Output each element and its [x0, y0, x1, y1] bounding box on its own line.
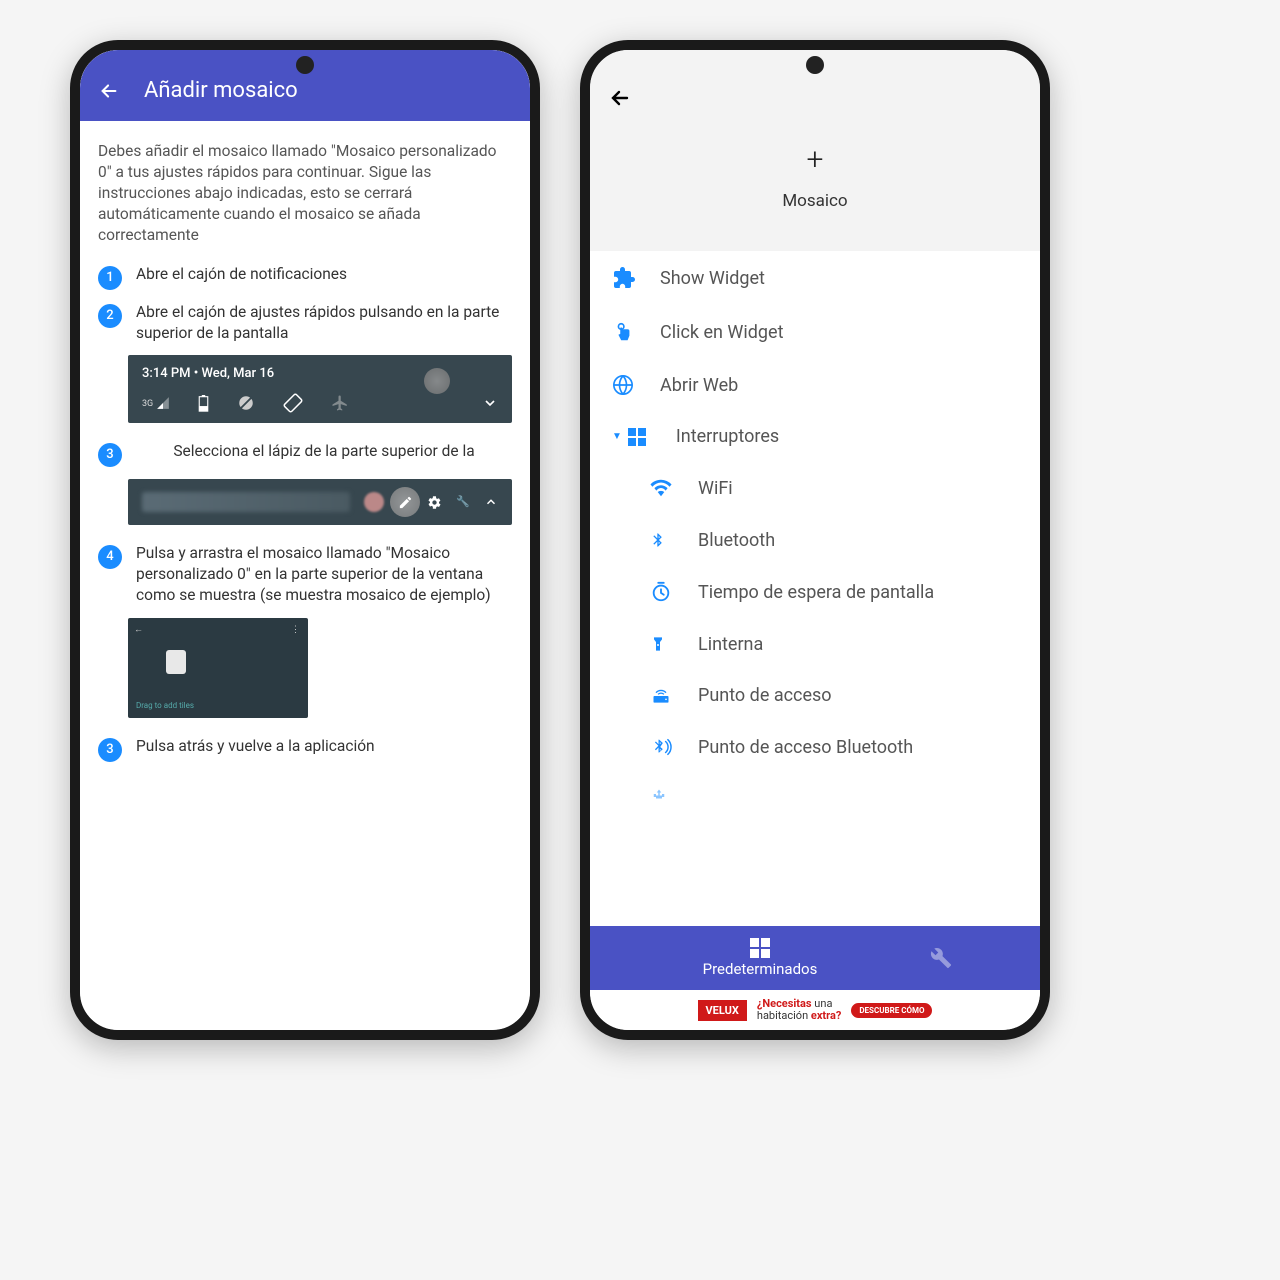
- screen: Añadir mosaico Debes añadir el mosaico l…: [80, 50, 530, 1030]
- item-partial[interactable]: [590, 773, 1040, 800]
- ad-banner[interactable]: VELUX ¿Necesitas una habitación extra? D…: [590, 990, 1040, 1030]
- item-label: Abrir Web: [660, 375, 738, 396]
- chevron-up-icon: [484, 495, 498, 509]
- item-click-widget[interactable]: Click en Widget: [590, 305, 1040, 359]
- ad-brand-logo: VELUX: [698, 1000, 747, 1021]
- item-bluetooth[interactable]: Bluetooth: [590, 514, 1040, 566]
- item-label: Linterna: [698, 634, 763, 655]
- instructions-content: Debes añadir el mosaico llamado "Mosaico…: [80, 121, 530, 794]
- signal-icon: 3G: [142, 396, 170, 410]
- grid-icon: [628, 428, 654, 446]
- demo-icons-row: 3G: [142, 393, 498, 413]
- step-text: Pulsa atrás y vuelve a la aplicación: [136, 736, 512, 757]
- item-switches-group[interactable]: ▼ Interruptores: [590, 411, 1040, 462]
- item-label: Bluetooth: [698, 530, 775, 551]
- globe-icon: [612, 374, 638, 396]
- step-4: 4 Pulsa y arrastra el mosaico llamado "M…: [98, 543, 512, 606]
- instruction-description: Debes añadir el mosaico llamado "Mosaico…: [98, 141, 512, 246]
- item-label: WiFi: [698, 478, 733, 499]
- phone-mockup-left: Añadir mosaico Debes añadir el mosaico l…: [70, 40, 540, 1040]
- airplane-icon: [331, 394, 349, 412]
- item-screen-timeout[interactable]: Tiempo de espera de pantalla: [590, 566, 1040, 618]
- expand-triangle-icon: ▼: [612, 431, 622, 442]
- wifi-icon: [650, 477, 676, 499]
- hero-label: Mosaico: [590, 191, 1040, 211]
- item-label: Tiempo de espera de pantalla: [698, 582, 934, 603]
- plus-icon[interactable]: +: [590, 142, 1040, 177]
- step-text: Abre el cajón de notificaciones: [136, 264, 512, 285]
- item-bt-hotspot[interactable]: Punto de acceso Bluetooth: [590, 721, 1040, 773]
- usb-icon: [650, 788, 676, 800]
- battery-icon: [198, 395, 209, 412]
- blurred-content: [142, 492, 350, 512]
- pencil-icon: [398, 495, 413, 510]
- step-number: 3: [98, 738, 122, 762]
- grid-icon: [750, 938, 770, 958]
- camera-notch: [296, 56, 314, 74]
- tab-defaults[interactable]: Predeterminados: [590, 938, 930, 978]
- hotspot-icon: [650, 686, 676, 706]
- menu-dots-icon: ⋮: [291, 624, 300, 636]
- ad-text: ¿Necesitas una habitación extra?: [757, 998, 841, 1022]
- item-show-widget[interactable]: Show Widget: [590, 251, 1040, 305]
- step-number: 4: [98, 545, 122, 569]
- screen: + Mosaico Show Widget Click en Widget: [590, 50, 1040, 1030]
- phone-mockup-right: + Mosaico Show Widget Click en Widget: [580, 40, 1050, 1040]
- avatar-icon: [364, 492, 384, 512]
- wrench-small-icon: 🔧: [456, 495, 470, 510]
- demo-quicksettings-panel: 3:14 PM • Wed, Mar 16 3G: [128, 355, 512, 423]
- step-3: 3 Selecciona el lápiz de la parte superi…: [98, 441, 512, 467]
- drag-hint-label: Drag to add tiles: [136, 701, 194, 712]
- item-label: Punto de acceso Bluetooth: [698, 737, 913, 758]
- step-1: 1 Abre el cajón de notificaciones: [98, 264, 512, 290]
- ad-cta-button[interactable]: DESCUBRE CÓMO: [851, 1003, 932, 1018]
- back-arrow-icon[interactable]: [608, 86, 1022, 110]
- puzzle-icon: [612, 266, 638, 290]
- step-number: 3: [98, 443, 122, 467]
- dnd-icon: [237, 394, 255, 412]
- step-2: 2 Abre el cajón de ajustes rápidos pulsa…: [98, 302, 512, 344]
- bottom-nav: Predeterminados: [590, 926, 1040, 990]
- actions-list: Show Widget Click en Widget Abrir Web ▼: [590, 251, 1040, 926]
- bluetooth-tethering-icon: [650, 736, 676, 758]
- example-tile-icon: [166, 650, 186, 674]
- wrench-icon: [930, 947, 1040, 969]
- bluetooth-icon: [650, 529, 676, 551]
- step-text: Selecciona el lápiz de la parte superior…: [136, 441, 512, 462]
- demo-edit-panel: 🔧: [128, 479, 512, 525]
- item-label: Click en Widget: [660, 322, 783, 343]
- camera-notch: [806, 56, 824, 74]
- step-text: Pulsa y arrastra el mosaico llamado "Mos…: [136, 543, 512, 606]
- item-label: Punto de acceso: [698, 685, 832, 706]
- tab-tools[interactable]: [930, 947, 1040, 969]
- back-arrow-icon[interactable]: [98, 80, 120, 102]
- page-title: Añadir mosaico: [144, 78, 298, 103]
- step-number: 2: [98, 304, 122, 328]
- step-number: 1: [98, 266, 122, 290]
- hero-area[interactable]: + Mosaico: [590, 122, 1040, 251]
- tap-highlight: [424, 368, 450, 394]
- step-text: Abre el cajón de ajustes rápidos pulsand…: [136, 302, 512, 344]
- flashlight-icon: [650, 633, 676, 655]
- item-hotspot[interactable]: Punto de acceso: [590, 670, 1040, 721]
- item-wifi[interactable]: WiFi: [590, 462, 1040, 514]
- touch-icon: [612, 320, 638, 344]
- demo-drag-panel: ← ⋮ Drag to add tiles: [128, 618, 308, 718]
- item-flashlight[interactable]: Linterna: [590, 618, 1040, 670]
- gear-icon: [427, 495, 442, 510]
- step-5: 3 Pulsa atrás y vuelve a la aplicación: [98, 736, 512, 762]
- tab-label: Predeterminados: [703, 960, 818, 978]
- item-open-web[interactable]: Abrir Web: [590, 359, 1040, 411]
- back-mini-icon: ←: [134, 625, 143, 635]
- item-label: Interruptores: [676, 426, 779, 447]
- chevron-down-icon: [482, 395, 498, 411]
- timer-icon: [650, 581, 676, 603]
- rotate-icon: [283, 393, 303, 413]
- item-label: Show Widget: [660, 268, 765, 289]
